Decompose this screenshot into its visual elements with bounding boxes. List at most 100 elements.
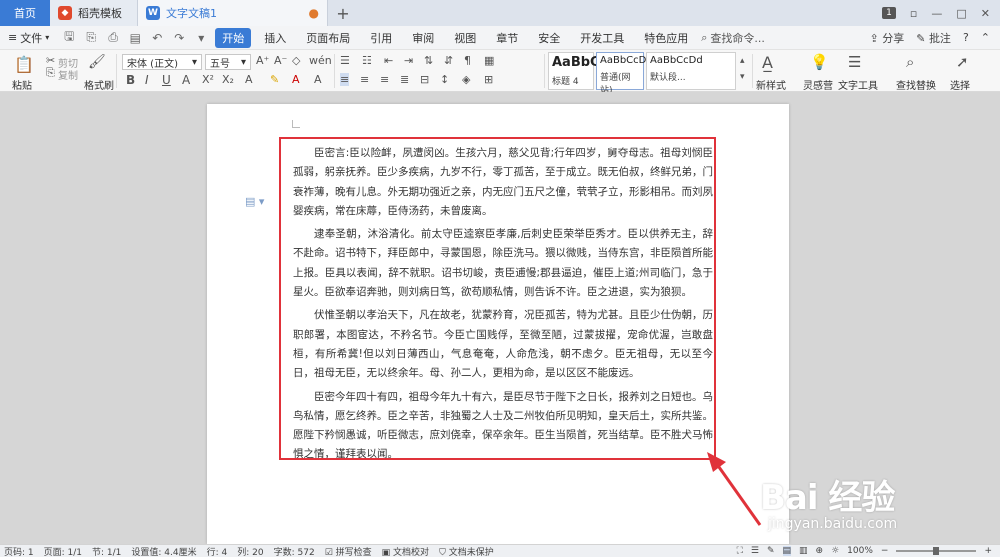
underline-icon[interactable]: U [162, 73, 171, 87]
proofread-button[interactable]: ▣ 文档校对 [382, 545, 429, 557]
find-replace-label[interactable]: 查找替换 [896, 77, 936, 92]
clear-format-icon[interactable]: ◇ [292, 54, 300, 67]
new-tab-button[interactable]: + [328, 0, 358, 26]
window-count-badge[interactable]: 1 [882, 7, 896, 19]
find-replace-icon[interactable]: ⌕ [906, 53, 914, 71]
tab-page-layout[interactable]: 页面布局 [299, 28, 357, 48]
font-color-icon[interactable]: A [292, 73, 300, 86]
paste-label[interactable]: 粘贴 [12, 77, 32, 92]
export-pdf-icon[interactable]: ⎘ [83, 30, 99, 45]
maximize-icon[interactable]: □ [956, 7, 966, 20]
tab-document[interactable]: W 文字文稿1 ● [138, 0, 328, 26]
shrink-font-icon[interactable]: A⁻ [274, 54, 287, 67]
focus-mode-icon[interactable]: ⛶ [737, 546, 743, 556]
undo-icon[interactable]: ↶ [149, 31, 165, 45]
paragraph-handle-icon[interactable]: ▤ ▾ [245, 195, 264, 208]
style-normal-web[interactable]: AaBbCcD 普通(网站) [596, 52, 646, 96]
close-tab-icon[interactable]: ● [309, 6, 319, 20]
tab-start[interactable]: 开始 [215, 27, 252, 48]
grow-font-icon[interactable]: A⁺ [256, 54, 269, 67]
inspiration-icon[interactable]: 💡 [810, 53, 829, 71]
tab-templates[interactable]: ◆ 稻壳模板 [50, 0, 138, 26]
text-effect-icon[interactable]: A [245, 73, 253, 86]
new-style-label[interactable]: 新样式 [756, 77, 786, 92]
align-right-icon[interactable]: ≡ [380, 73, 389, 86]
border-icon[interactable]: ⊞ [484, 73, 493, 86]
tab-security[interactable]: 安全 [531, 28, 567, 48]
text-tools-label[interactable]: 文字工具 [838, 77, 878, 92]
collapse-ribbon-icon[interactable]: ⌃ [981, 31, 990, 44]
font-size-select[interactable]: 五号 ▾ [205, 54, 251, 70]
minimize-icon[interactable]: — [931, 7, 942, 20]
eye-protection-icon[interactable]: ☼ [831, 546, 839, 556]
zoom-slider[interactable] [896, 547, 977, 555]
style-scroll-down-icon[interactable]: ▾ [740, 72, 745, 82]
skin-icon[interactable]: ▫ [910, 7, 917, 20]
strikethrough-icon[interactable]: A [182, 73, 190, 87]
pen-mode-icon[interactable]: ✎ [767, 546, 775, 556]
copy-label[interactable]: 复制 [58, 67, 78, 82]
style-default-paragraph[interactable]: AaBbCcDd 默认段... [646, 52, 736, 90]
web-view-icon[interactable]: ▥ [799, 546, 808, 556]
shading-icon[interactable]: ◈ [462, 73, 470, 86]
justify-icon[interactable]: ≣ [400, 73, 409, 86]
protect-button[interactable]: ⛉ 文档未保护 [439, 545, 494, 557]
tab-references[interactable]: 引用 [363, 28, 399, 48]
paste-icon[interactable]: 📋 [14, 55, 34, 74]
select-label[interactable]: 选择 [950, 77, 970, 92]
sort-icon[interactable]: ⇵ [444, 54, 453, 67]
highlight-icon[interactable]: ✎ [270, 73, 279, 86]
italic-icon[interactable]: I [145, 73, 149, 87]
save-icon[interactable]: 🖫 [61, 27, 77, 48]
bullet-list-icon[interactable]: ☰ [340, 54, 350, 67]
tab-special-apps[interactable]: 特色应用 [637, 28, 695, 48]
line-spacing-icon[interactable]: ↕ [440, 73, 449, 86]
subscript-icon[interactable]: X₂ [222, 73, 234, 86]
align-center-icon[interactable]: ≡ [360, 73, 369, 86]
status-word-count[interactable]: 字数: 572 [274, 545, 315, 557]
print-icon[interactable]: ⎙ [105, 30, 121, 45]
format-painter-label[interactable]: 格式刷 [84, 77, 114, 92]
close-window-icon[interactable]: ✕ [981, 7, 990, 20]
bold-icon[interactable]: B [126, 73, 135, 87]
font-name-select[interactable]: 宋体 (正文) ▾ [122, 54, 202, 70]
tab-home[interactable]: 首页 [0, 0, 50, 26]
inspiration-label[interactable]: 灵感营 [803, 77, 833, 92]
superscript-icon[interactable]: X² [202, 73, 214, 86]
pinyin-icon[interactable]: wén [309, 54, 332, 67]
increase-indent-icon[interactable]: ⇥ [404, 54, 413, 67]
zoom-in-icon[interactable]: + [984, 546, 992, 556]
tab-review[interactable]: 审阅 [405, 28, 441, 48]
text-tools-icon[interactable]: ☰ [848, 53, 861, 71]
globe-icon[interactable]: ⊕ [816, 546, 824, 556]
tab-sections[interactable]: 章节 [489, 28, 525, 48]
share-button[interactable]: ⇪ 分享 [870, 30, 905, 46]
numbered-list-icon[interactable]: ☷ [362, 54, 372, 67]
zoom-slider-thumb[interactable] [933, 547, 940, 555]
tab-view[interactable]: 视图 [447, 28, 483, 48]
format-painter-icon[interactable]: 🖌 [88, 54, 106, 70]
redo-icon[interactable]: ↷ [171, 31, 187, 45]
new-style-icon[interactable]: A̲ [762, 53, 773, 72]
style-scroll-up-icon[interactable]: ▴ [740, 56, 745, 66]
spellcheck-button[interactable]: ☑ 拼写检查 [325, 545, 372, 557]
distribute-icon[interactable]: ⊟ [420, 73, 429, 86]
copy-icon[interactable]: ⎘ [46, 66, 55, 80]
chinese-layout-icon[interactable]: ⇅ [424, 54, 433, 67]
file-menu[interactable]: ≡ 文件 ▾ [8, 30, 55, 46]
command-search[interactable]: ⌕ 查找命令... [701, 30, 765, 46]
tab-insert[interactable]: 插入 [257, 28, 293, 48]
page-view-icon[interactable]: ▤ [782, 546, 792, 556]
style-heading4[interactable]: AaBbC 标题 4 [548, 52, 600, 90]
table-icon[interactable]: ▦ [484, 54, 494, 67]
select-cursor-icon[interactable]: ➚ [956, 53, 969, 71]
align-left-icon[interactable]: ≡ [340, 73, 350, 86]
outline-view-icon[interactable]: ☰ [751, 546, 759, 556]
help-button[interactable]: ? [963, 31, 969, 44]
zoom-out-icon[interactable]: − [881, 546, 889, 556]
show-marks-icon[interactable]: ¶ [464, 54, 471, 67]
decrease-indent-icon[interactable]: ⇤ [384, 54, 393, 67]
customize-icon[interactable]: ▾ [193, 31, 209, 45]
tab-developer[interactable]: 开发工具 [573, 28, 631, 48]
comment-button[interactable]: ✎ 批注 [916, 30, 951, 46]
